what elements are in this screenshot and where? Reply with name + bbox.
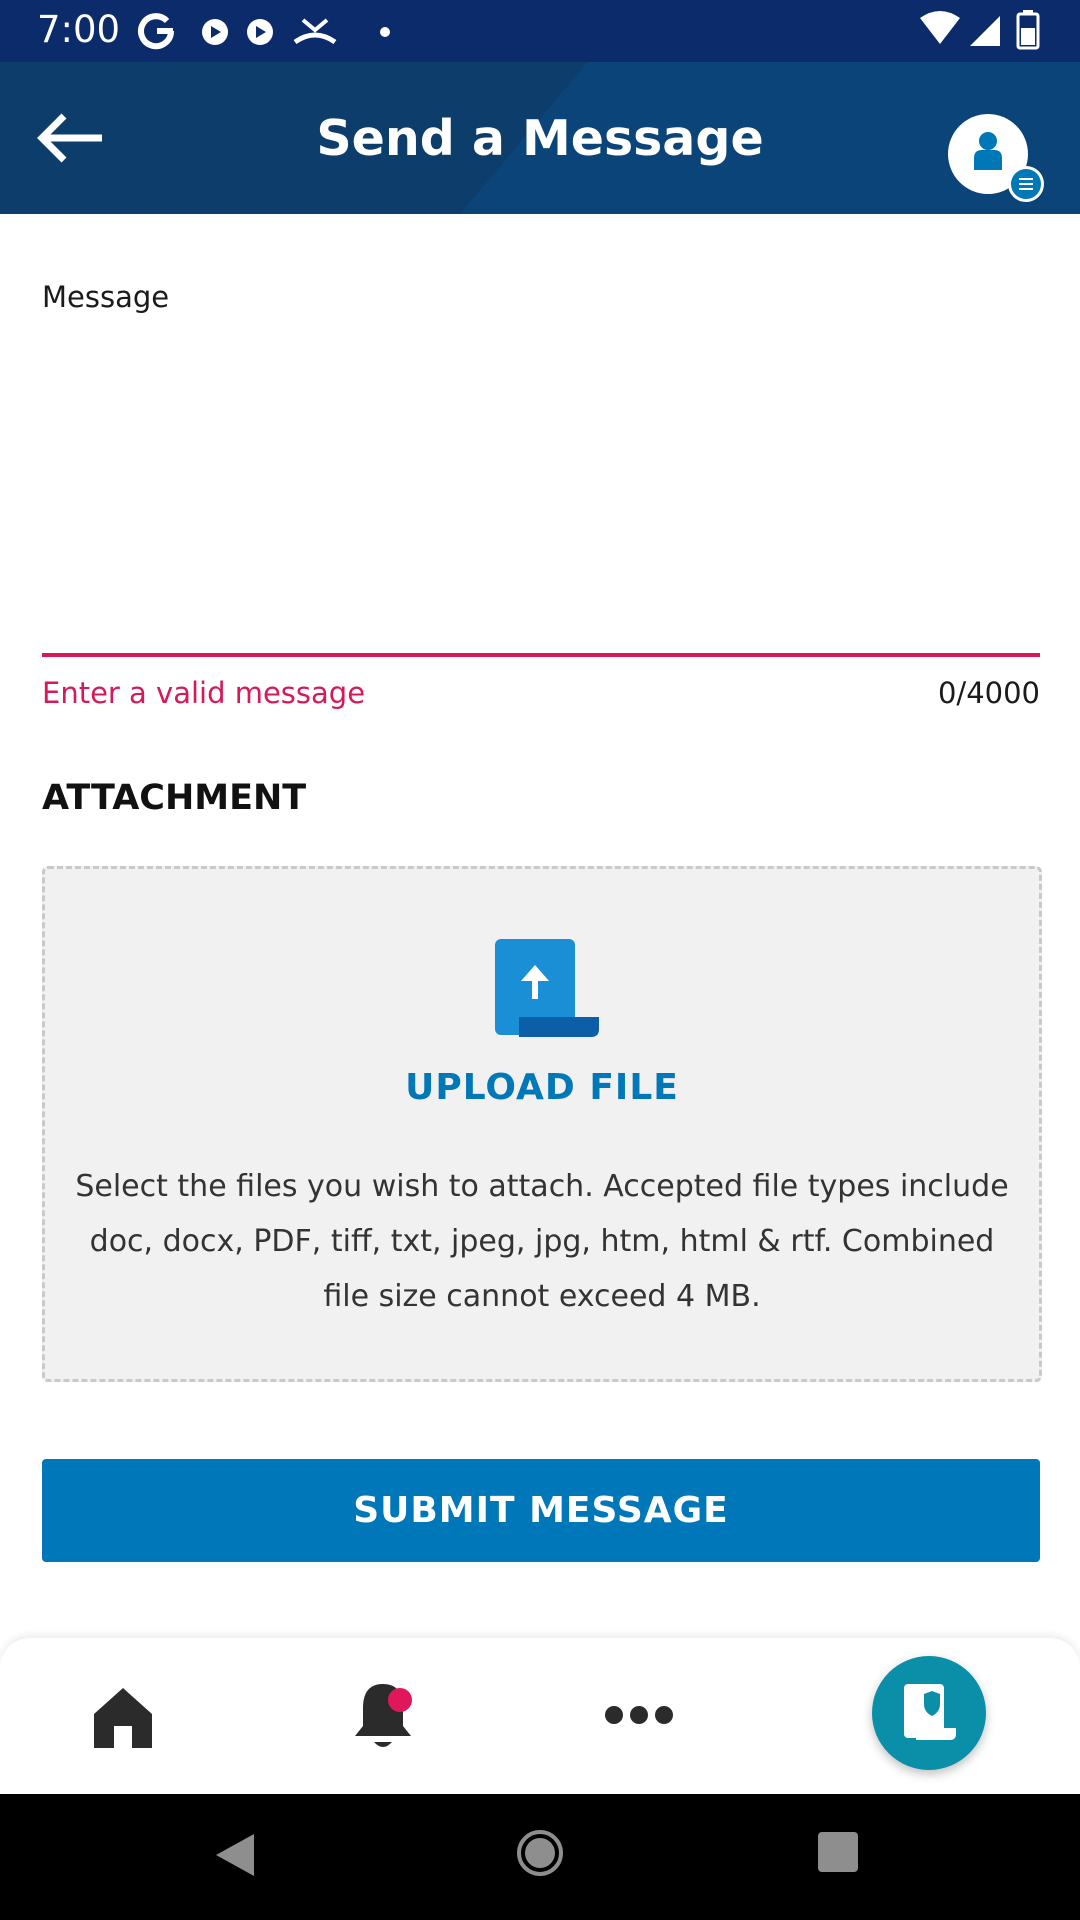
upload-file-label[interactable]: UPLOAD FILE — [45, 1067, 1039, 1108]
missed-call-icon — [293, 18, 337, 45]
submit-message-button[interactable]: SUBMIT MESSAGE — [42, 1459, 1040, 1562]
recents-square-icon[interactable] — [818, 1832, 858, 1872]
profile-menu-badge[interactable] — [1008, 166, 1044, 202]
app-notification-icon — [202, 19, 228, 45]
back-triangle-icon[interactable] — [210, 1830, 256, 1880]
wifi-icon — [920, 11, 960, 44]
policy-fab-button[interactable] — [872, 1656, 986, 1770]
signal-icon — [970, 16, 1000, 46]
more-icon[interactable] — [604, 1700, 674, 1730]
attachment-heading: ATTACHMENT — [42, 778, 307, 818]
page-title: Send a Message — [316, 109, 764, 167]
message-input[interactable] — [42, 330, 1040, 650]
message-label: Message — [42, 280, 170, 314]
battery-icon — [1016, 10, 1040, 50]
google-icon — [138, 13, 175, 50]
status-time: 7:00 — [37, 8, 121, 51]
notification-dot — [388, 1688, 412, 1712]
system-nav-bar — [0, 1794, 1080, 1920]
policy-document-icon — [904, 1684, 956, 1740]
status-bar: 7:00 — [0, 0, 1080, 62]
status-right-icons — [920, 10, 1040, 50]
status-left-icons — [138, 13, 390, 50]
home-circle-icon[interactable] — [515, 1828, 565, 1878]
app-header: Send a Message — [0, 62, 1080, 214]
dot-icon — [380, 27, 390, 37]
upload-dropzone[interactable]: UPLOAD FILE Select the files you wish to… — [42, 866, 1042, 1382]
home-icon[interactable] — [90, 1684, 156, 1750]
bottom-nav — [0, 1638, 1080, 1794]
error-text: Enter a valid message — [42, 676, 366, 710]
file-upload-icon — [495, 939, 599, 1037]
message-underline — [42, 653, 1040, 657]
upload-help-text: Select the files you wish to attach. Acc… — [75, 1169, 1009, 1314]
char-counter: 0/4000 — [937, 676, 1040, 710]
app-notification-icon — [247, 19, 273, 45]
menu-lines-icon — [1019, 178, 1033, 190]
